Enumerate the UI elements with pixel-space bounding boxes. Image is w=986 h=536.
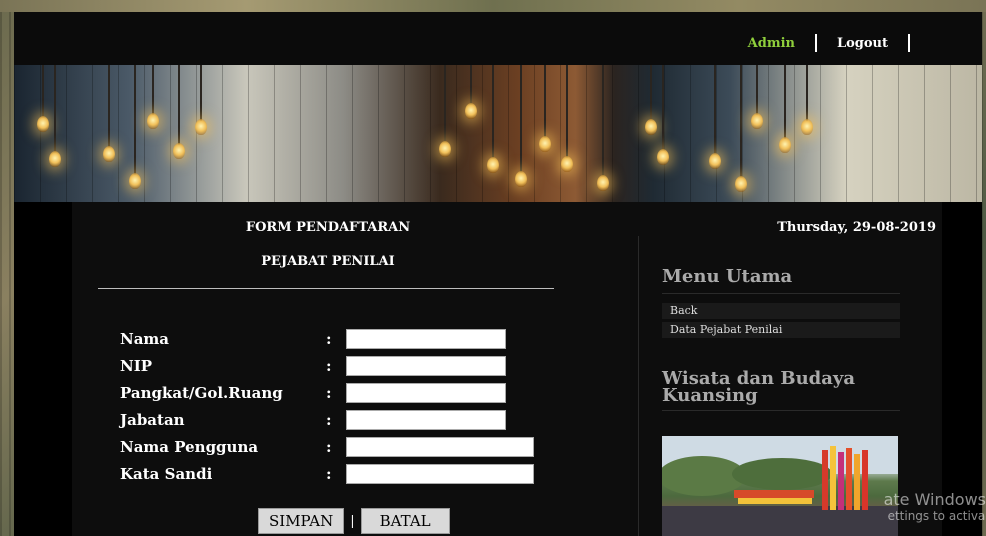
password-input[interactable] bbox=[346, 464, 534, 484]
nip-input[interactable] bbox=[346, 356, 506, 376]
bulb-icon bbox=[751, 65, 763, 129]
bulb-icon bbox=[657, 65, 669, 165]
field-row-jabatan: Jabatan : bbox=[120, 409, 506, 431]
bulb-icon bbox=[515, 65, 527, 187]
bulb-icon bbox=[465, 65, 477, 119]
wood-background-strip bbox=[0, 0, 986, 12]
bulb-icon bbox=[129, 65, 141, 189]
bulb-icon bbox=[173, 65, 185, 159]
header-banner bbox=[14, 65, 982, 202]
form-title: FORM PENDAFTARAN bbox=[245, 220, 411, 235]
field-colon: : bbox=[326, 357, 332, 375]
bulb-icon bbox=[801, 65, 813, 135]
bulb-icon bbox=[103, 65, 115, 162]
nama-input[interactable] bbox=[346, 329, 506, 349]
nav-separator bbox=[814, 34, 817, 52]
username-input[interactable] bbox=[346, 437, 534, 457]
field-colon: : bbox=[326, 330, 332, 348]
jabatan-input[interactable] bbox=[346, 410, 506, 430]
menu-item-data-pejabat-penilai[interactable]: Data Pejabat Penilai bbox=[662, 322, 900, 338]
bulb-icon bbox=[487, 65, 499, 173]
top-bar: Admin Logout bbox=[14, 12, 982, 65]
menu-heading-divider bbox=[662, 293, 900, 294]
menu-heading: Menu Utama bbox=[662, 266, 793, 287]
menu-item-back[interactable]: Back bbox=[662, 303, 900, 319]
watermark-line-1: ate Windows bbox=[883, 490, 986, 509]
bulb-icon bbox=[735, 65, 747, 192]
form-actions: SIMPAN | BATAL bbox=[258, 508, 450, 534]
save-button[interactable]: SIMPAN bbox=[258, 508, 345, 534]
bulb-icon bbox=[147, 65, 159, 129]
gallery-heading-divider bbox=[662, 410, 900, 411]
watermark-line-2: ettings to activa bbox=[887, 509, 986, 523]
logout-link[interactable]: Logout bbox=[837, 36, 888, 51]
bulb-icon bbox=[597, 65, 609, 191]
nav-separator bbox=[908, 34, 910, 52]
bulb-icon bbox=[195, 65, 207, 135]
content-area: FORM PENDAFTARAN PEJABAT PENILAI Nama : … bbox=[14, 202, 982, 536]
field-row-nama-pengguna: Nama Pengguna : bbox=[120, 436, 534, 458]
field-colon: : bbox=[326, 465, 332, 483]
bulb-icon bbox=[37, 65, 49, 132]
field-row-kata-sandi: Kata Sandi : bbox=[120, 463, 534, 485]
field-row-nama: Nama : bbox=[120, 328, 506, 350]
field-row-pangkat: Pangkat/Gol.Ruang : bbox=[120, 382, 506, 404]
field-label: Jabatan bbox=[120, 411, 185, 429]
field-colon: : bbox=[326, 384, 332, 402]
bulb-icon bbox=[49, 65, 61, 167]
bulb-icon bbox=[439, 65, 451, 157]
bulb-icon bbox=[709, 65, 721, 169]
title-divider bbox=[98, 288, 554, 289]
festival-photo bbox=[662, 436, 898, 536]
field-row-nip: NIP : bbox=[120, 355, 506, 377]
bulb-icon bbox=[561, 65, 573, 172]
field-label: Kata Sandi bbox=[120, 465, 213, 483]
bulb-icon bbox=[645, 65, 657, 135]
field-label: Nama Pengguna bbox=[120, 438, 259, 456]
current-date: Thursday, 29-08-2019 bbox=[777, 220, 936, 235]
windows-activation-watermark: ate Windows ettings to activa bbox=[884, 490, 986, 523]
sidebar-divider bbox=[638, 236, 639, 536]
main-panel: FORM PENDAFTARAN PEJABAT PENILAI Nama : … bbox=[72, 202, 942, 536]
field-label: NIP bbox=[120, 357, 153, 375]
form-subtitle: PEJABAT PENILAI bbox=[261, 254, 395, 269]
festival-photo-illustration bbox=[662, 436, 898, 536]
bulb-icon bbox=[779, 65, 791, 153]
button-separator: | bbox=[350, 513, 355, 529]
field-colon: : bbox=[326, 411, 332, 429]
gallery-heading: Wisata dan Budaya Kuansing bbox=[662, 368, 856, 406]
bulb-icon bbox=[539, 65, 551, 152]
top-nav: Admin Logout bbox=[748, 34, 930, 52]
cancel-button[interactable]: BATAL bbox=[360, 508, 450, 534]
field-label: Nama bbox=[120, 330, 170, 348]
field-colon: : bbox=[326, 438, 332, 456]
pangkat-input[interactable] bbox=[346, 383, 506, 403]
field-label: Pangkat/Gol.Ruang bbox=[120, 384, 283, 402]
admin-link[interactable]: Admin bbox=[748, 36, 795, 51]
